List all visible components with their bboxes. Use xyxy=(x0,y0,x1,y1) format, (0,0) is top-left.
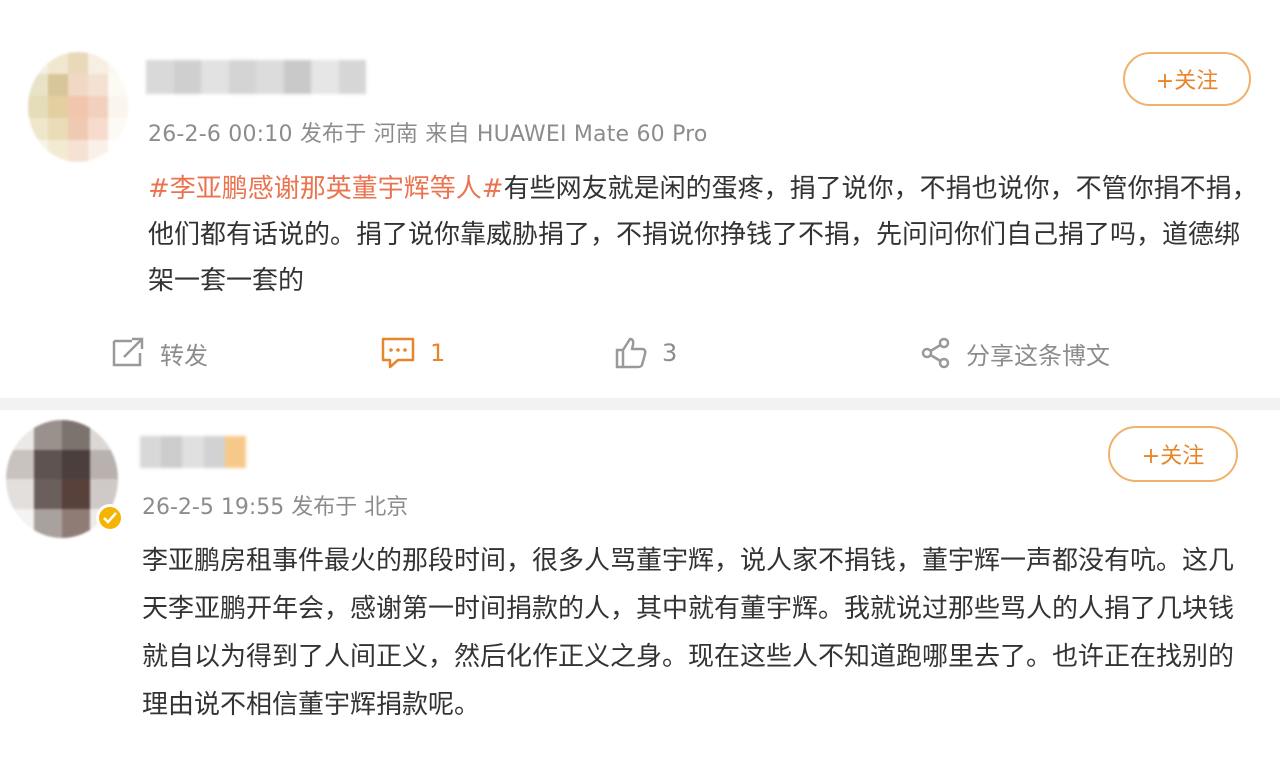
comment-button[interactable]: 1 xyxy=(380,330,445,376)
verified-badge-icon xyxy=(96,504,124,532)
avatar[interactable] xyxy=(28,52,128,162)
share-label: 分享这条博文 xyxy=(966,341,1110,370)
follow-button[interactable]: +关注 xyxy=(1108,426,1238,482)
like-icon xyxy=(615,337,647,369)
repost-icon xyxy=(112,337,144,367)
username-blurred[interactable] xyxy=(140,436,247,468)
username-blurred[interactable] xyxy=(146,60,366,94)
comment-count: 1 xyxy=(430,339,446,367)
like-button[interactable]: 3 xyxy=(614,330,677,376)
follow-button[interactable]: +关注 xyxy=(1123,52,1251,106)
like-count: 3 xyxy=(662,339,678,367)
share-button[interactable]: 分享这条博文 xyxy=(920,330,1110,376)
comment-icon xyxy=(381,337,415,369)
post-content: 李亚鹏房租事件最火的那段时间，很多人骂董宇辉，说人家不捐钱，董宇辉一声都没有吭。… xyxy=(142,546,1235,720)
post-1: 26-2-6 00:10 发布于 河南 来自 HUAWEI Mate 60 Pr… xyxy=(0,0,1280,400)
post-content: #李亚鹏感谢那英董宇辉等人#有些网友就是闲的蛋疼，捐了说你，不捐也说你，不管你捐… xyxy=(148,166,1258,304)
weibo-comments-page: 26-2-6 00:10 发布于 河南 来自 HUAWEI Mate 60 Pr… xyxy=(0,0,1280,783)
share-icon xyxy=(921,337,950,369)
post-meta: 26-2-6 00:10 发布于 河南 来自 HUAWEI Mate 60 Pr… xyxy=(148,122,708,147)
post-actions: 转发 1 3 分享这条博文 xyxy=(0,330,1280,376)
repost-button[interactable]: 转发 xyxy=(110,330,208,376)
post-meta: 26-2-5 19:55 发布于 北京 xyxy=(142,495,409,520)
post-divider xyxy=(0,398,1280,410)
hashtag-link[interactable]: #李亚鹏感谢那英董宇辉等人# xyxy=(148,174,504,204)
repost-label: 转发 xyxy=(160,341,208,370)
